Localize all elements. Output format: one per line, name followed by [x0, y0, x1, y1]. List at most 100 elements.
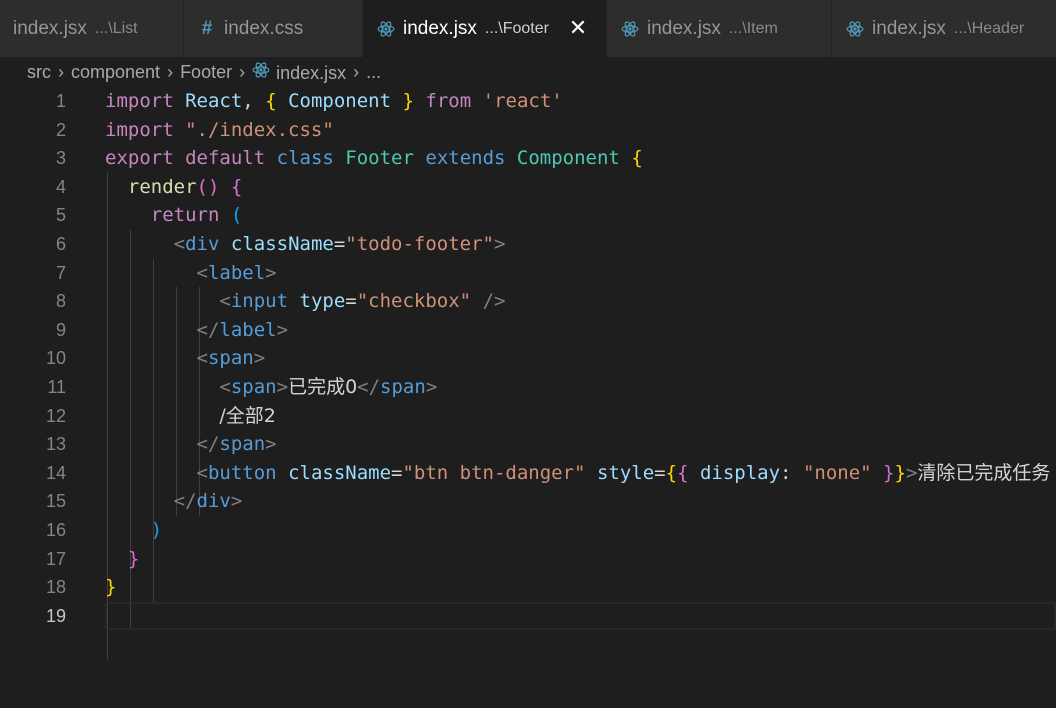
- code-line[interactable]: 6 <div className="todo-footer">: [0, 230, 1056, 259]
- code-line[interactable]: 10 <span>: [0, 344, 1056, 373]
- breadcrumb-item[interactable]: index.jsx: [252, 61, 346, 84]
- tab-5[interactable]: index.jsx ...\Header: [832, 0, 1056, 57]
- breadcrumb: src › component › Footer › index.jsx ›...: [27, 57, 381, 87]
- code-text: render() {: [105, 173, 242, 202]
- code-editor: index.jsx ...\List # index.css index.jsx ...\…: [0, 0, 1056, 708]
- code-text: <div className="todo-footer">: [105, 230, 506, 259]
- code-line[interactable]: 14 <button className="btn btn-danger" st…: [0, 459, 1056, 488]
- code-line[interactable]: 1 import React, { Component } from 'react…: [0, 87, 1056, 116]
- code-token: <: [196, 461, 208, 484]
- react-icon: [376, 20, 396, 38]
- code-token: ): [150, 518, 163, 541]
- code-line[interactable]: 13 </span>: [0, 430, 1056, 459]
- tab-3[interactable]: index.jsx ...\Footer ✕: [363, 0, 607, 57]
- code-line[interactable]: 17 }: [0, 545, 1056, 574]
- code-token: >: [276, 375, 289, 398]
- line-number: 7: [55, 262, 66, 283]
- code-token: from: [425, 90, 472, 112]
- current-line-highlight: [105, 601, 1056, 630]
- line-number: 14: [45, 462, 66, 483]
- code-token: ,: [242, 90, 266, 112]
- code-token: default: [185, 147, 266, 170]
- code-text: import React, { Component } from 'react': [105, 87, 563, 116]
- react-icon: [620, 20, 640, 38]
- code-token: =: [654, 461, 666, 484]
- code-token: "btn btn-danger": [402, 461, 586, 484]
- code-text: <label>: [105, 259, 277, 288]
- code-line[interactable]: 5 return (: [0, 201, 1056, 230]
- line-number: 18: [45, 577, 66, 598]
- tab-4[interactable]: index.jsx ...\Item: [607, 0, 832, 57]
- chevron-right-icon: ›: [353, 61, 360, 82]
- breadcrumb-item[interactable]: Footer: [180, 62, 232, 83]
- line-number: 19: [45, 605, 66, 626]
- code-token: =: [345, 290, 357, 313]
- code-token: }: [105, 576, 117, 599]
- code-line[interactable]: 9 </label>: [0, 316, 1056, 345]
- code-token: />: [482, 290, 506, 313]
- line-number: 2: [55, 119, 66, 140]
- code-text: /全部2: [105, 402, 276, 431]
- code-token: extends: [425, 147, 506, 170]
- code-token: className: [230, 232, 334, 255]
- code-line[interactable]: 15 </div>: [0, 487, 1056, 516]
- code-token: }: [402, 90, 414, 112]
- breadcrumb-label: ...: [366, 61, 382, 82]
- code-token: /全部2: [219, 404, 276, 427]
- code-line[interactable]: 2 import "./index.css": [0, 116, 1056, 145]
- code-token: <: [219, 290, 231, 313]
- code-text: import "./index.css": [105, 116, 334, 145]
- code-line[interactable]: 12 /全部2: [0, 402, 1056, 431]
- line-number: 17: [45, 548, 66, 569]
- code-line[interactable]: 16 ): [0, 516, 1056, 545]
- code-token: import: [105, 118, 174, 141]
- code-text: <button className="btn btn-danger" style…: [105, 459, 1051, 488]
- code-line[interactable]: 19: [0, 601, 1056, 631]
- code-token: </: [357, 375, 381, 398]
- hash-icon: #: [201, 17, 213, 39]
- breadcrumb-label: index.jsx: [276, 62, 347, 83]
- code-token: >: [494, 232, 506, 255]
- line-number: 15: [45, 491, 66, 512]
- code-line[interactable]: 11 <span>已完成0</span>: [0, 373, 1056, 402]
- breadcrumb-label: component: [71, 61, 161, 82]
- line-number: 8: [55, 291, 66, 312]
- code-line[interactable]: 3 export default class Footer extends Com…: [0, 144, 1056, 173]
- code-line[interactable]: 4 render() {: [0, 173, 1056, 202]
- tab-1[interactable]: index.jsx ...\List: [0, 0, 184, 57]
- react-icon: [845, 20, 865, 38]
- code-line[interactable]: 8 <input type="checkbox" />: [0, 287, 1056, 316]
- close-icon[interactable]: ✕: [567, 15, 589, 41]
- chevron-right-icon: ›: [58, 61, 64, 82]
- code-line[interactable]: 18}: [0, 573, 1056, 602]
- code-area[interactable]: 1 import React, { Component } from 'react…: [0, 87, 1056, 659]
- code-token: Component: [516, 147, 620, 170]
- breadcrumb-item[interactable]: src: [27, 62, 51, 83]
- code-token: "./index.css": [185, 118, 334, 141]
- code-text: </div>: [105, 487, 243, 516]
- code-text: </label>: [105, 316, 289, 345]
- code-token: div: [196, 490, 231, 513]
- code-token: label: [219, 318, 277, 341]
- code-token: export: [105, 147, 174, 170]
- code-token: "none": [802, 461, 872, 484]
- tab-bar: index.jsx ...\List # index.css index.jsx ...\…: [0, 0, 1056, 57]
- line-number: 13: [45, 434, 66, 455]
- code-token: "todo-footer": [345, 232, 494, 255]
- breadcrumb-item[interactable]: ...: [366, 62, 381, 83]
- tab-label: index.css: [224, 17, 304, 39]
- breadcrumb-item[interactable]: component: [71, 62, 160, 83]
- code-token: {: [677, 461, 689, 484]
- tab-2[interactable]: # index.css: [184, 0, 363, 57]
- code-line[interactable]: 7 <label>: [0, 259, 1056, 288]
- code-token: style: [596, 461, 655, 484]
